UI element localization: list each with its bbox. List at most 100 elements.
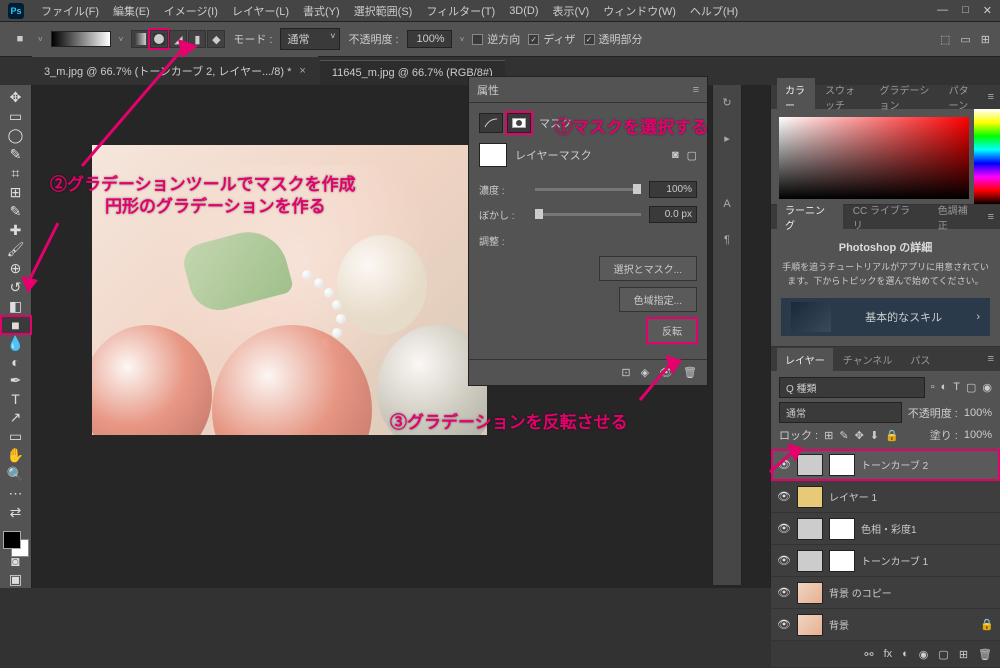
- visibility-icon[interactable]: 👁: [777, 458, 791, 471]
- quick-select-tool[interactable]: ✎: [2, 146, 30, 163]
- visibility-icon[interactable]: 👁: [777, 618, 791, 631]
- menu-file[interactable]: ファイル(F): [34, 3, 106, 19]
- tab-close-icon[interactable]: ×: [299, 65, 305, 77]
- tab-channels[interactable]: チャンネル: [835, 348, 901, 371]
- vector-mask-icon[interactable]: ▢: [687, 149, 697, 162]
- blend-mode-select[interactable]: 通常: [779, 402, 902, 423]
- clone-tool[interactable]: ⊕: [2, 260, 30, 277]
- color-swatches[interactable]: [0, 529, 31, 551]
- panel-menu-icon[interactable]: ≡: [988, 211, 994, 223]
- edit-toolbar[interactable]: ⇄: [2, 504, 30, 521]
- color-range-button[interactable]: 色域指定...: [619, 287, 697, 312]
- color-picker[interactable]: [771, 109, 1000, 204]
- apply-mask-icon[interactable]: ◈: [641, 366, 649, 379]
- reverse-checkbox[interactable]: [472, 34, 483, 45]
- gradient-tool[interactable]: ■: [2, 317, 30, 333]
- panel-menu-icon[interactable]: ≡: [988, 91, 994, 103]
- document-tab-1[interactable]: 3_m.jpg @ 66.7% (トーンカーブ 2, レイヤー.../8) *×: [32, 56, 318, 85]
- more-tools[interactable]: ⋯: [2, 485, 30, 502]
- layer-row[interactable]: 👁背景 のコピー: [771, 577, 1000, 609]
- type-tool[interactable]: T: [2, 391, 30, 407]
- layer-filter-select[interactable]: Q 種類: [779, 377, 925, 398]
- layer-opacity-value[interactable]: 100%: [964, 407, 992, 419]
- blur-tool[interactable]: 💧: [2, 335, 30, 352]
- shape-tool[interactable]: ▭: [2, 428, 30, 445]
- mask-mode-btn[interactable]: [507, 113, 531, 133]
- density-slider[interactable]: [535, 188, 641, 191]
- gradient-radial[interactable]: [150, 30, 168, 48]
- visibility-icon[interactable]: 👁: [777, 490, 791, 503]
- fill-value[interactable]: 100%: [964, 429, 992, 441]
- transparent-checkbox[interactable]: ✓: [584, 34, 595, 45]
- delete-mask-icon[interactable]: 🗑: [683, 366, 697, 379]
- screenmode-tool[interactable]: ▣: [2, 571, 30, 588]
- eraser-tool[interactable]: ◧: [2, 298, 30, 315]
- panel-menu-icon[interactable]: ≡: [693, 84, 699, 96]
- move-tool[interactable]: ✥: [2, 89, 30, 106]
- gradient-tool-icon[interactable]: ■: [10, 29, 30, 49]
- density-value[interactable]: 100%: [649, 181, 697, 198]
- layer-row[interactable]: 👁トーンカーブ 2: [771, 449, 1000, 481]
- delete-icon[interactable]: 🗑: [978, 648, 992, 661]
- menu-3d[interactable]: 3D(D): [502, 5, 545, 17]
- menu-type[interactable]: 書式(Y): [296, 3, 347, 19]
- lasso-tool[interactable]: ◯: [2, 127, 30, 144]
- feather-slider[interactable]: [535, 213, 641, 216]
- mask-icon[interactable]: ◐: [902, 648, 909, 660]
- menu-select[interactable]: 選択範囲(S): [347, 3, 420, 19]
- visibility-icon[interactable]: 👁: [777, 554, 791, 567]
- feather-value[interactable]: 0.0 px: [649, 206, 697, 223]
- menu-filter[interactable]: フィルター(T): [419, 3, 502, 19]
- gradient-preview[interactable]: [51, 31, 111, 47]
- toggle-mask-icon[interactable]: 👁: [659, 366, 673, 379]
- history-icon[interactable]: ↻: [718, 93, 736, 111]
- maximize-icon[interactable]: □: [962, 4, 969, 17]
- crop-tool[interactable]: ⌗: [2, 165, 30, 182]
- para-icon[interactable]: ¶: [718, 231, 736, 249]
- link-icon[interactable]: ⚯: [864, 648, 873, 661]
- mask-preview[interactable]: [479, 143, 507, 167]
- zoom-tool[interactable]: 🔍: [2, 466, 30, 483]
- frame-tool[interactable]: ⊞: [2, 184, 30, 201]
- fx-icon[interactable]: fx: [884, 648, 893, 660]
- history-brush-tool[interactable]: ↺: [2, 279, 30, 296]
- share-icon[interactable]: ⬚: [940, 33, 950, 46]
- minimize-icon[interactable]: —: [937, 4, 948, 17]
- load-selection-icon[interactable]: ⊡: [621, 366, 630, 379]
- path-tool[interactable]: ↗: [2, 409, 30, 426]
- select-and-mask-button[interactable]: 選択とマスク...: [599, 256, 697, 281]
- gradient-diamond[interactable]: ◆: [207, 30, 225, 48]
- layer-row[interactable]: 👁色相・彩度1: [771, 513, 1000, 545]
- healing-tool[interactable]: ✚: [2, 222, 30, 239]
- layer-row[interactable]: 👁トーンカーブ 1: [771, 545, 1000, 577]
- gradient-angle[interactable]: ◢: [169, 30, 187, 48]
- pixel-mask-icon[interactable]: ◙: [672, 149, 679, 162]
- group-icon[interactable]: ▢: [938, 648, 948, 661]
- screen-icon[interactable]: ▭: [960, 33, 970, 46]
- panel-menu-icon[interactable]: ≡: [988, 353, 994, 365]
- adjustment-mode-btn[interactable]: [479, 113, 503, 133]
- adjustment-icon[interactable]: ◉: [919, 648, 929, 661]
- marquee-tool[interactable]: ▭: [2, 108, 30, 125]
- pen-tool[interactable]: ✒: [2, 372, 30, 389]
- tutorial-card[interactable]: 基本的なスキル ›: [781, 298, 990, 336]
- gradient-linear[interactable]: [131, 30, 149, 48]
- menu-help[interactable]: ヘルプ(H): [683, 3, 745, 19]
- tab-paths[interactable]: パス: [902, 348, 938, 371]
- workspace-icon[interactable]: ⊞: [981, 33, 990, 46]
- brush-tool[interactable]: 🖌: [2, 241, 30, 258]
- gradient-reflected[interactable]: ▮: [188, 30, 206, 48]
- actions-icon[interactable]: ▸: [718, 129, 736, 147]
- close-icon[interactable]: ✕: [983, 4, 992, 17]
- layer-row[interactable]: 👁背景🔒: [771, 609, 1000, 641]
- tab-layers[interactable]: レイヤー: [777, 348, 833, 371]
- opacity-input[interactable]: 100%: [407, 30, 452, 48]
- dither-checkbox[interactable]: ✓: [528, 34, 539, 45]
- mode-select[interactable]: 通常: [280, 28, 340, 50]
- menu-window[interactable]: ウィンドウ(W): [596, 3, 683, 19]
- quickmask-tool[interactable]: ◙: [2, 553, 30, 569]
- menu-layer[interactable]: レイヤー(L): [225, 3, 296, 19]
- dodge-tool[interactable]: ◐: [2, 354, 30, 370]
- char-icon[interactable]: A: [718, 195, 736, 213]
- new-layer-icon[interactable]: ⊞: [959, 648, 968, 661]
